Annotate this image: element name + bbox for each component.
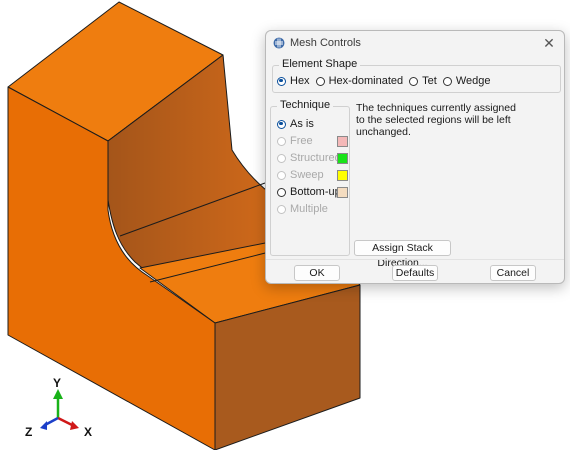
sweep-color-swatch bbox=[337, 170, 348, 181]
x-axis-arrow bbox=[70, 421, 79, 430]
mesh-icon bbox=[273, 37, 285, 49]
info-line: The techniques currently assigned bbox=[356, 102, 516, 114]
radio-unchecked-icon bbox=[315, 76, 325, 86]
radio-wedge[interactable]: Wedge bbox=[442, 75, 491, 87]
technique-as-is-label: As is bbox=[290, 118, 314, 130]
technique-multiple[interactable]: Multiple bbox=[277, 203, 328, 215]
technique-structured-label: Structured bbox=[290, 152, 341, 164]
element-shape-label: Element Shape bbox=[279, 58, 361, 70]
radio-unchecked-icon bbox=[409, 76, 419, 86]
assign-stack-direction-button[interactable]: Assign Stack Direction... bbox=[354, 240, 451, 269]
radio-hex-dominated[interactable]: Hex-dominated bbox=[315, 75, 404, 87]
dialog-title: Mesh Controls bbox=[290, 37, 361, 49]
radio-hex[interactable]: Hex bbox=[277, 75, 310, 87]
y-axis-label: Y bbox=[53, 376, 61, 390]
radio-disabled-icon bbox=[277, 136, 286, 146]
technique-sweep[interactable]: Sweep bbox=[277, 169, 324, 181]
y-axis-arrow bbox=[53, 389, 63, 399]
element-shape-group: Element Shape Hex Hex-dominated Tet Wedg… bbox=[272, 58, 561, 93]
technique-structured[interactable]: Structured bbox=[277, 152, 341, 164]
radio-hex-dominated-label: Hex-dominated bbox=[328, 75, 404, 87]
technique-free[interactable]: Free bbox=[277, 135, 313, 147]
footer-divider bbox=[266, 259, 564, 260]
z-axis-label: Z bbox=[25, 425, 32, 439]
technique-free-label: Free bbox=[290, 135, 313, 147]
info-line: to the selected regions will be left unc… bbox=[356, 114, 511, 138]
z-axis-arrow bbox=[40, 421, 47, 430]
bottom-up-color-swatch bbox=[337, 187, 348, 198]
radio-wedge-label: Wedge bbox=[455, 75, 491, 87]
axis-triad: Y X Z bbox=[25, 376, 92, 439]
ok-button[interactable]: OK bbox=[294, 265, 340, 281]
radio-tet[interactable]: Tet bbox=[409, 75, 437, 87]
radio-checked-icon bbox=[277, 119, 286, 129]
dialog-titlebar[interactable]: Mesh Controls ✕ bbox=[266, 31, 564, 55]
radio-hex-label: Hex bbox=[290, 75, 310, 87]
radio-disabled-icon bbox=[277, 204, 286, 214]
mesh-controls-dialog: Mesh Controls ✕ Element Shape Hex Hex-do… bbox=[265, 30, 565, 284]
free-color-swatch bbox=[337, 136, 348, 147]
technique-group: Technique As is Free Structured Sweep Bo… bbox=[270, 99, 350, 256]
technique-label: Technique bbox=[277, 99, 334, 111]
radio-disabled-icon bbox=[277, 153, 286, 163]
cancel-button[interactable]: Cancel bbox=[490, 265, 536, 281]
technique-multiple-label: Multiple bbox=[290, 203, 328, 215]
technique-as-is[interactable]: As is bbox=[277, 118, 314, 130]
radio-unchecked-icon bbox=[277, 187, 286, 197]
x-axis-label: X bbox=[84, 425, 92, 439]
technique-bottom-up-label: Bottom-up bbox=[290, 186, 341, 198]
defaults-button[interactable]: Defaults bbox=[392, 265, 438, 281]
radio-disabled-icon bbox=[277, 170, 286, 180]
radio-unchecked-icon bbox=[442, 76, 452, 86]
technique-sweep-label: Sweep bbox=[290, 169, 324, 181]
technique-bottom-up[interactable]: Bottom-up bbox=[277, 186, 341, 198]
radio-checked-icon bbox=[277, 76, 286, 86]
radio-tet-label: Tet bbox=[422, 75, 437, 87]
structured-color-swatch bbox=[337, 153, 348, 164]
technique-info-text: The techniques currently assigned to the… bbox=[356, 102, 556, 138]
close-icon[interactable]: ✕ bbox=[540, 34, 558, 52]
